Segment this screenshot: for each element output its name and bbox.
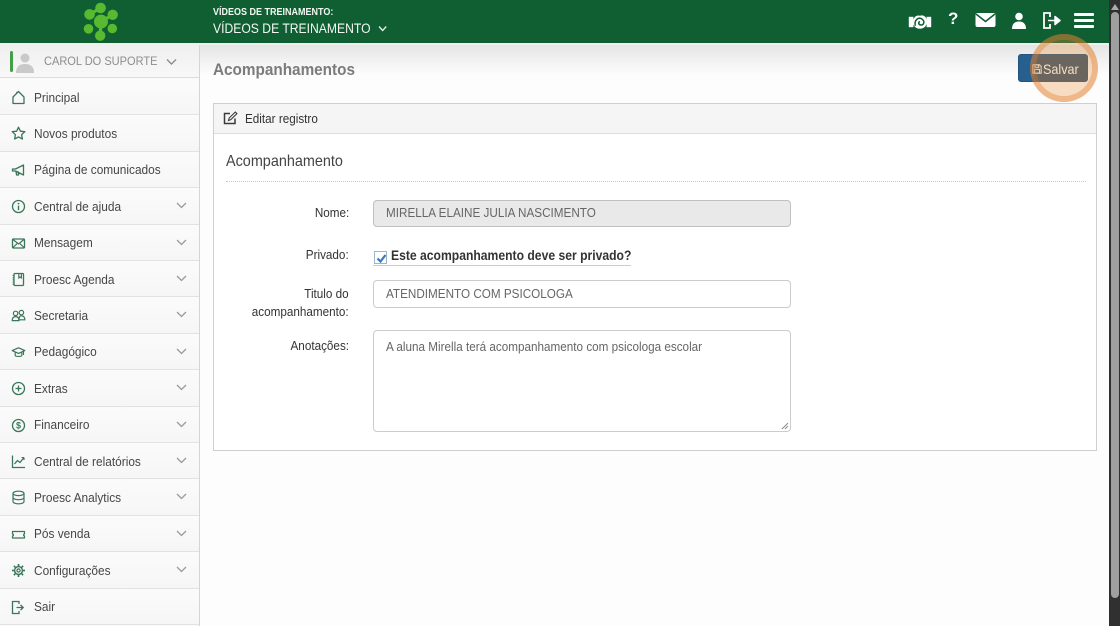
svg-text:$: $ bbox=[16, 420, 21, 430]
